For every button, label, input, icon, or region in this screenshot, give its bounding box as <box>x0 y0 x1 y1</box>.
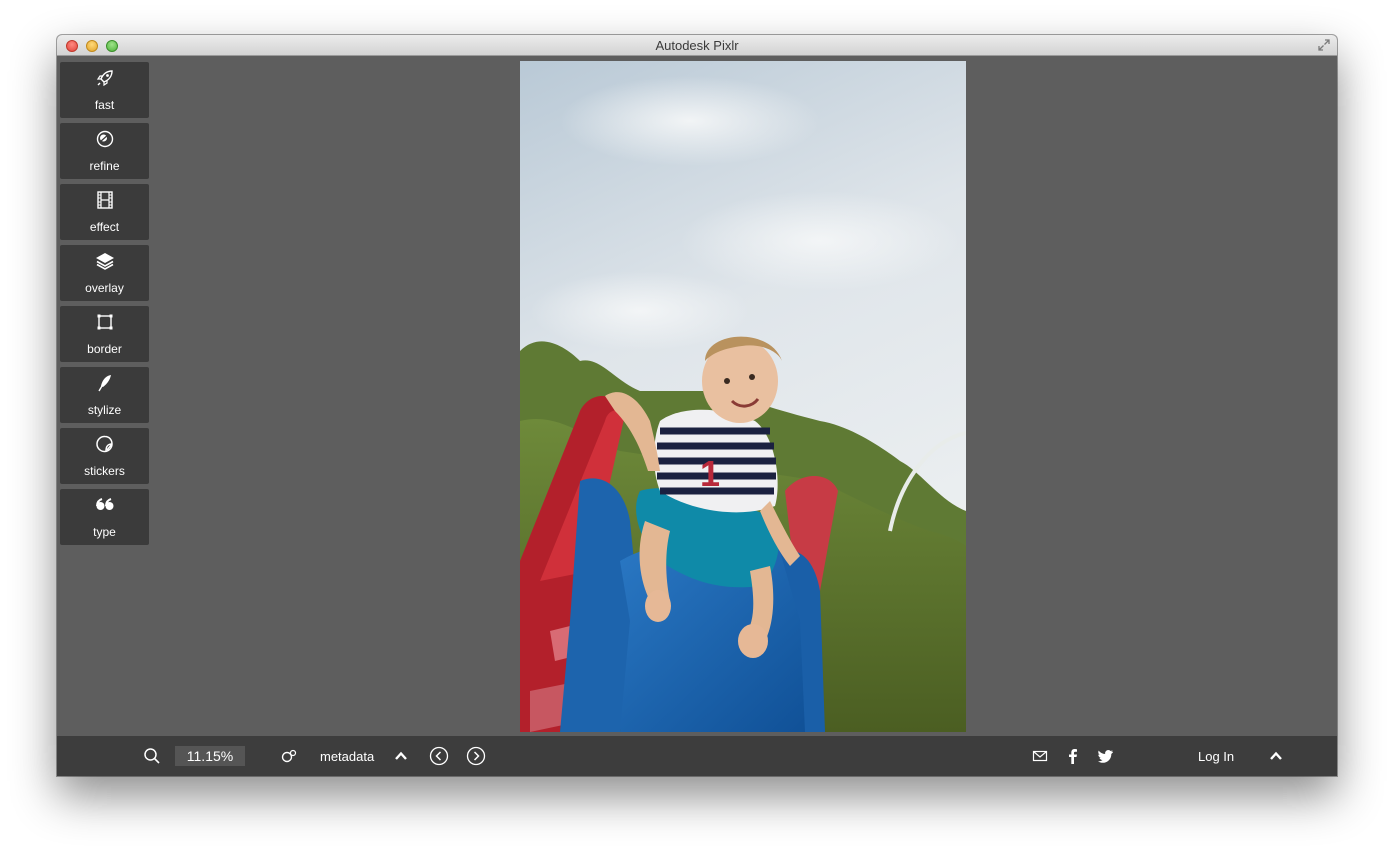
window-title: Autodesk Pixlr <box>655 38 739 53</box>
tool-stylize[interactable]: stylize <box>60 367 149 423</box>
tool-effect[interactable]: effect <box>60 184 149 240</box>
tool-label: effect <box>89 220 120 234</box>
film-strip-icon <box>96 191 113 209</box>
twitter-icon[interactable] <box>1098 749 1114 763</box>
tool-type[interactable]: type <box>60 489 149 545</box>
rocket-icon <box>96 70 113 87</box>
title-bar: Autodesk Pixlr <box>57 35 1337 56</box>
tool-label: stylize <box>87 403 122 417</box>
layers-icon <box>95 253 114 270</box>
tool-sidebar: fast refine effect overlay border styliz… <box>60 62 149 550</box>
quote-marks-icon <box>95 498 113 510</box>
tool-refine[interactable]: refine <box>60 123 149 179</box>
previous-icon[interactable] <box>429 746 449 766</box>
tool-fast[interactable]: fast <box>60 62 149 118</box>
login-link[interactable]: Log In <box>1198 736 1234 776</box>
svg-text:1: 1 <box>700 453 720 494</box>
next-icon[interactable] <box>466 746 486 766</box>
tool-label: overlay <box>85 281 124 295</box>
compare-icon[interactable] <box>280 747 298 765</box>
chevron-up-icon[interactable] <box>394 749 408 763</box>
metadata-link[interactable]: metadata <box>320 736 374 776</box>
photo-canvas[interactable]: 1 <box>520 61 966 732</box>
mail-icon[interactable] <box>1032 749 1048 763</box>
tool-label: border <box>87 342 122 356</box>
zoom-level[interactable]: 11.15% <box>175 746 245 766</box>
tool-overlay[interactable]: overlay <box>60 245 149 301</box>
quill-pen-icon <box>97 375 111 392</box>
tool-label: fast <box>94 98 115 112</box>
app-window: Autodesk Pixlr fast refine effect overla… <box>57 35 1337 776</box>
tool-label: stickers <box>84 464 125 478</box>
tool-label: type <box>93 525 116 539</box>
border-frame-icon <box>97 314 112 330</box>
tool-border[interactable]: border <box>60 306 149 362</box>
search-icon[interactable] <box>143 747 161 765</box>
sticker-icon <box>95 435 113 453</box>
facebook-icon[interactable] <box>1067 748 1079 764</box>
refine-circles-icon <box>96 130 113 148</box>
chevron-up-icon[interactable] <box>1269 749 1283 763</box>
bottom-toolbar: 11.15% metadata Log In <box>57 736 1337 776</box>
fullscreen-icon[interactable] <box>1317 38 1331 52</box>
tool-label: refine <box>89 159 120 173</box>
tool-stickers[interactable]: stickers <box>60 428 149 484</box>
